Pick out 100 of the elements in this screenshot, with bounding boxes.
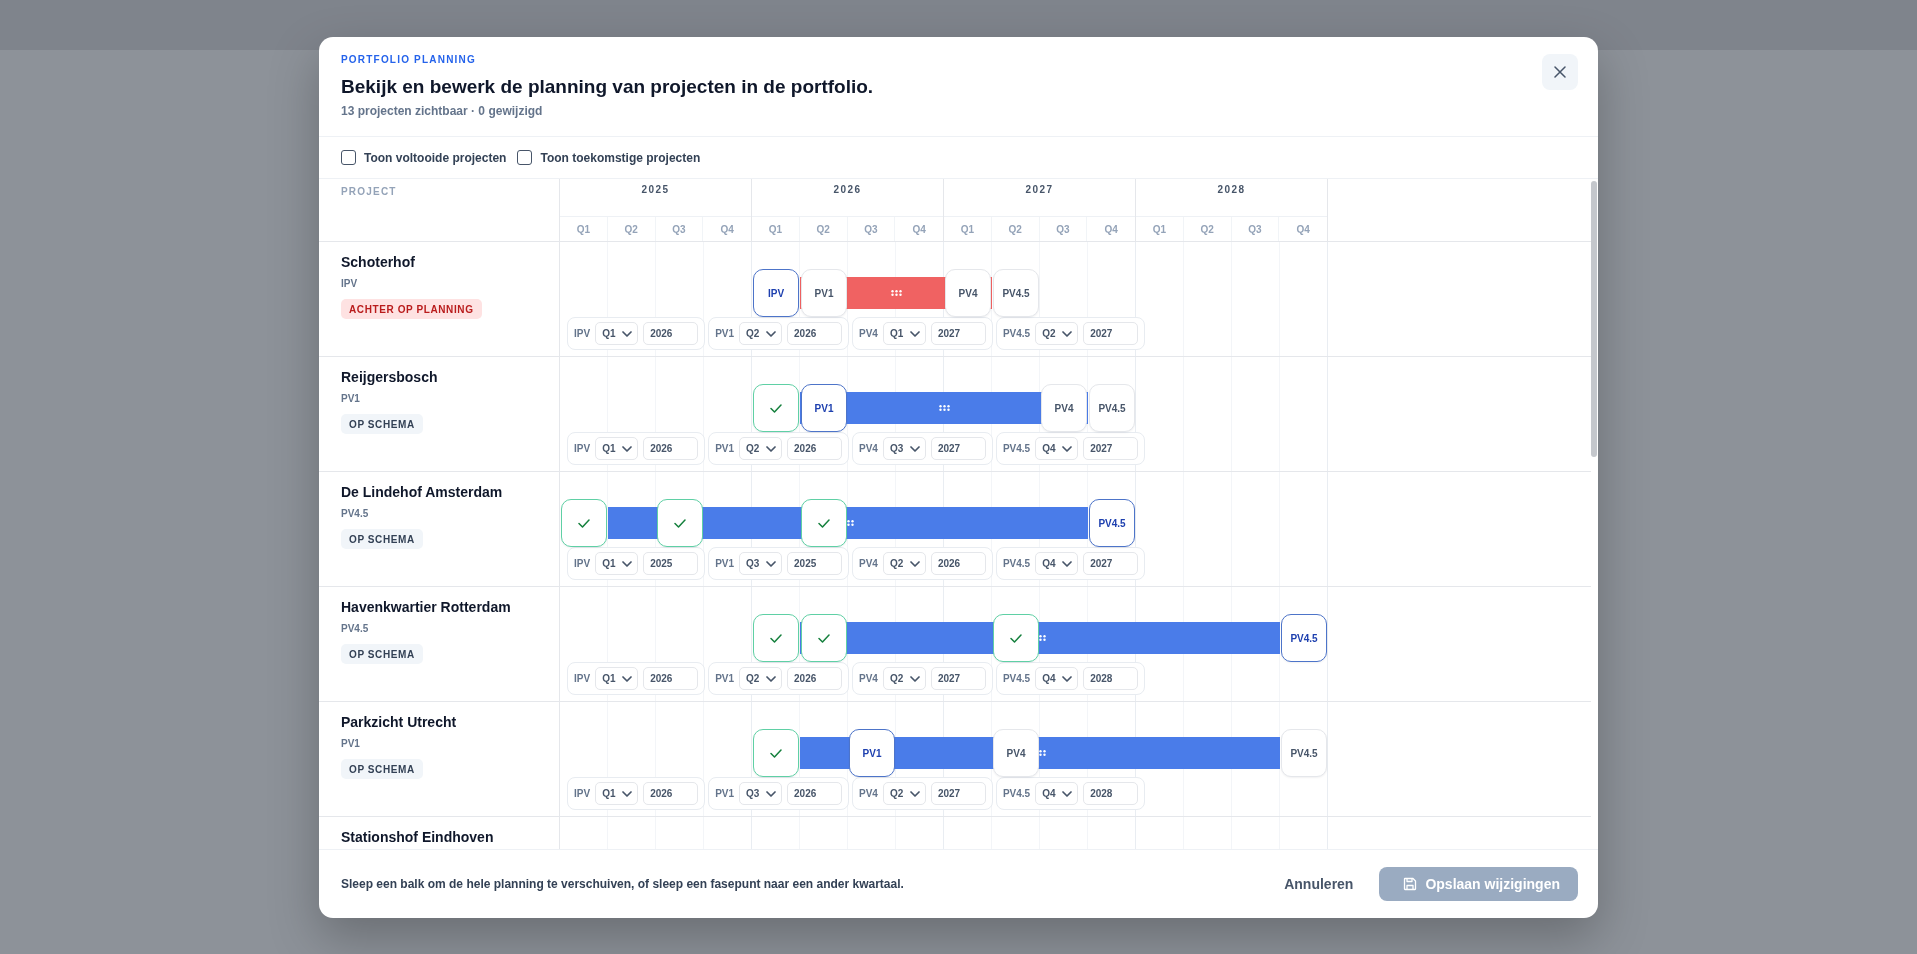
phase-marker[interactable]: PV4.5 <box>1089 499 1135 547</box>
dialog-subtitle: 13 projecten zichtbaar · 0 gewijzigd <box>341 103 543 119</box>
phase-marker[interactable]: PV4.5 <box>1281 614 1327 662</box>
year-input[interactable]: 2027 <box>1083 552 1139 575</box>
year-input[interactable]: 2026 <box>787 437 843 460</box>
year-input[interactable]: 2028 <box>1083 782 1139 805</box>
quarter-select[interactable]: Q4 <box>1035 437 1079 460</box>
quarter-label: Q3 <box>864 222 878 237</box>
phase-marker[interactable]: PV4.5 <box>993 269 1039 317</box>
phase-marker[interactable]: PV4.5 <box>1281 729 1327 777</box>
check-icon <box>674 518 686 528</box>
chevron-down-icon <box>622 330 633 337</box>
quarter-select[interactable]: Q2 <box>882 552 926 575</box>
quarter-label: Q1 <box>1152 222 1167 237</box>
phase-marker[interactable]: PV1 <box>849 729 895 777</box>
quarter-label: Q2 <box>1200 222 1214 237</box>
project-name: Stationshof Eindhoven <box>341 828 494 847</box>
phase-marker[interactable] <box>753 384 799 432</box>
quarter-select[interactable]: Q3 <box>739 782 783 805</box>
phase-marker[interactable] <box>993 614 1039 662</box>
filter-label[interactable]: Toon voltooide projecten <box>364 148 507 167</box>
year-input[interactable]: 2028 <box>1083 667 1139 690</box>
check-icon <box>578 518 590 528</box>
dialog-eyebrow: PORTFOLIO PLANNING <box>341 54 476 66</box>
year-input[interactable]: 2026 <box>643 437 699 460</box>
cancel-button[interactable]: Annuleren <box>1272 867 1366 901</box>
quarter-select[interactable]: Q2 <box>882 782 926 805</box>
phase-marker[interactable] <box>801 499 847 547</box>
status-badge: ACHTER OP PLANNING <box>341 299 482 319</box>
phase-marker[interactable]: IPV <box>753 269 799 317</box>
quarter-select[interactable]: Q1 <box>595 552 639 575</box>
phase-marker[interactable]: PV1 <box>801 269 847 317</box>
year-input[interactable]: 2027 <box>930 782 986 805</box>
check-icon <box>770 748 782 758</box>
chevron-down-icon <box>909 330 920 337</box>
year-input[interactable]: 2025 <box>787 552 843 575</box>
quarter-select[interactable]: Q3 <box>882 437 926 460</box>
close-button[interactable] <box>1542 54 1578 90</box>
quarter-label: Q1 <box>960 222 975 237</box>
phase-marker[interactable]: PV4 <box>993 729 1039 777</box>
year-input[interactable]: 2026 <box>643 782 699 805</box>
phase-marker[interactable] <box>801 614 847 662</box>
year-input[interactable]: 2026 <box>643 667 699 690</box>
quarter-select[interactable]: Q1 <box>595 667 639 690</box>
quarter-select[interactable]: Q1 <box>595 437 639 460</box>
phase-marker[interactable] <box>561 499 607 547</box>
quarter-select[interactable]: Q2 <box>739 437 783 460</box>
phase-marker[interactable]: PV4 <box>945 269 991 317</box>
year-input[interactable]: 2025 <box>643 552 699 575</box>
phase-code-label: PV1 <box>715 672 735 686</box>
phase-code-label: PV1 <box>715 442 735 456</box>
phase-code-label: PV1 <box>715 557 735 571</box>
year-input[interactable]: 2027 <box>1083 322 1139 345</box>
quarter-label: Q2 <box>1008 222 1022 237</box>
quarter-select[interactable]: Q1 <box>595 322 639 345</box>
phase-code-label: PV4.5 <box>1002 442 1031 456</box>
chevron-down-icon <box>1062 790 1073 797</box>
year-input[interactable]: 2026 <box>787 782 843 805</box>
year-input[interactable]: 2026 <box>930 552 986 575</box>
year-input[interactable]: 2026 <box>787 322 843 345</box>
quarter-label: Q3 <box>1056 222 1070 237</box>
quarter-select[interactable]: Q2 <box>1035 322 1079 345</box>
quarter-select[interactable]: Q4 <box>1035 667 1079 690</box>
phase-marker[interactable] <box>753 729 799 777</box>
current-phase-label: PV4.5 <box>341 507 369 521</box>
check-icon <box>818 518 830 528</box>
chevron-down-icon <box>1062 330 1073 337</box>
phase-code-label: PV1 <box>715 327 735 341</box>
quarter-select[interactable]: Q1 <box>595 782 639 805</box>
quarter-select[interactable]: Q2 <box>882 667 926 690</box>
year-input[interactable]: 2027 <box>1083 437 1139 460</box>
project-name: Reijgersbosch <box>341 368 438 387</box>
drag-handle-icon[interactable] <box>890 290 902 296</box>
quarter-label: Q3 <box>1248 222 1262 237</box>
year-input[interactable]: 2027 <box>930 667 986 690</box>
checkbox[interactable] <box>341 150 356 165</box>
phase-marker[interactable] <box>753 614 799 662</box>
quarter-label: Q1 <box>768 222 783 237</box>
phase-marker[interactable]: PV4.5 <box>1089 384 1135 432</box>
phase-marker[interactable]: PV1 <box>801 384 847 432</box>
year-input[interactable]: 2027 <box>930 322 986 345</box>
phase-code-label: IPV <box>574 442 591 456</box>
year-input[interactable]: 2027 <box>930 437 986 460</box>
quarter-select[interactable]: Q1 <box>882 322 926 345</box>
phase-marker[interactable] <box>657 499 703 547</box>
drag-handle-icon[interactable] <box>938 405 950 411</box>
phase-marker[interactable]: PV4 <box>1041 384 1087 432</box>
filter-label[interactable]: Toon toekomstige projecten <box>540 148 701 167</box>
checkbox[interactable] <box>517 150 533 165</box>
quarter-select[interactable]: Q4 <box>1035 552 1079 575</box>
column-header: PROJECT <box>341 186 397 198</box>
quarter-select[interactable]: Q2 <box>739 667 783 690</box>
check-icon <box>1010 633 1022 643</box>
year-input[interactable]: 2026 <box>787 667 843 690</box>
quarter-select[interactable]: Q3 <box>739 552 783 575</box>
quarter-select[interactable]: Q2 <box>739 322 783 345</box>
phase-code-label: PV4.5 <box>1002 787 1031 801</box>
scrollbar-thumb[interactable] <box>1591 181 1597 457</box>
quarter-select[interactable]: Q4 <box>1035 782 1079 805</box>
year-input[interactable]: 2026 <box>643 322 699 345</box>
